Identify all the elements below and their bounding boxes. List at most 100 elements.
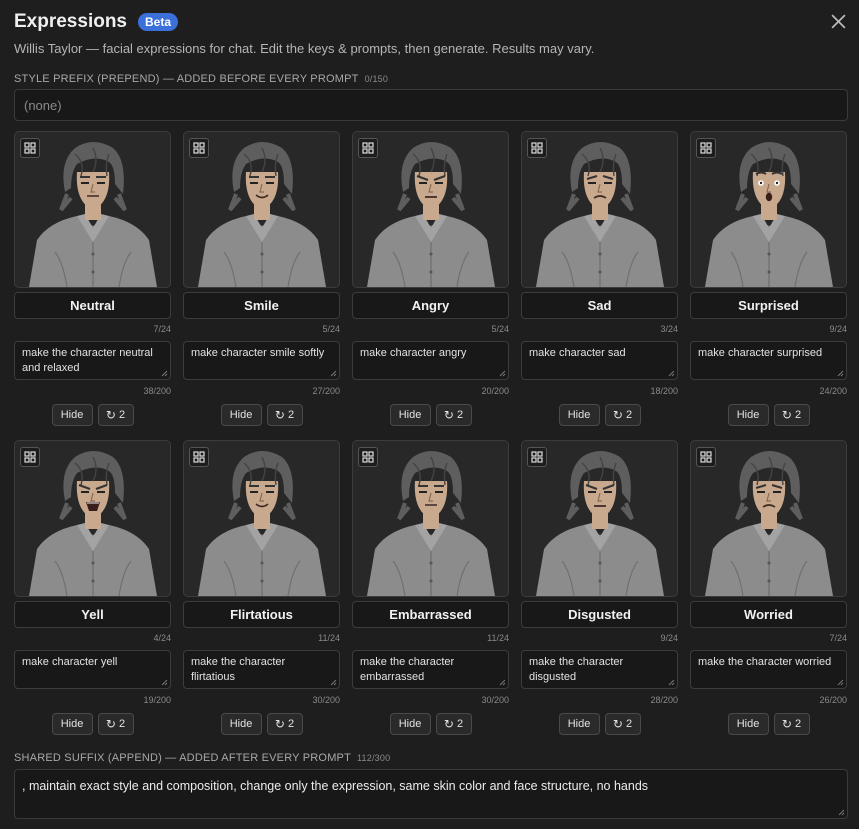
hide-button[interactable]: Hide [220,404,262,426]
expression-card: Disgusted 9/24 make the character disgus… [521,440,678,740]
regenerate-button[interactable]: ↻ 2 [773,713,810,735]
resize-handle-icon[interactable] [161,370,168,377]
name-char-count: 7/24 [829,633,847,643]
grid-icon[interactable] [358,138,378,158]
suffix-char-count: 112/300 [357,753,391,763]
expression-prompt-textarea[interactable]: make the character worried [690,650,847,689]
grid-icon[interactable] [527,138,547,158]
expression-prompt-textarea[interactable]: make character sad [521,341,678,380]
expression-prompt-textarea[interactable]: make character smile softly [183,341,340,380]
expression-prompt-textarea[interactable]: make character yell [14,650,171,689]
grid-icon[interactable] [358,447,378,467]
grid-icon[interactable] [20,138,40,158]
prompt-char-count: 26/200 [819,695,847,705]
regenerate-count: 2 [287,409,295,421]
expression-name-input[interactable]: Sad [521,292,678,319]
expression-name-input[interactable]: Embarrassed [352,601,509,628]
regenerate-count: 2 [625,409,633,421]
resize-handle-icon[interactable] [668,679,675,686]
expression-prompt-textarea[interactable]: make the character neutral and relaxed [14,341,171,380]
expression-name-input[interactable]: Angry [352,292,509,319]
resize-handle-icon[interactable] [330,679,337,686]
expression-name-input[interactable]: Yell [14,601,171,628]
regenerate-button[interactable]: ↻ 2 [266,404,303,426]
hide-button[interactable]: Hide [220,713,262,735]
expression-name-input[interactable]: Worried [690,601,847,628]
grid-icon[interactable] [189,447,209,467]
dialog-header: Expressions Beta [14,11,179,33]
grid-icon[interactable] [696,138,716,158]
expression-name-input[interactable]: Smile [183,292,340,319]
expression-image[interactable] [14,131,171,288]
regenerate-button[interactable]: ↻ 2 [604,713,641,735]
resize-handle-icon[interactable] [837,679,844,686]
card-actions: Hide ↻ 2 [521,404,678,426]
expression-card: Smile 5/24 make character smile softly 2… [183,131,340,431]
regenerate-button[interactable]: ↻ 2 [266,713,303,735]
hide-button[interactable]: Hide [51,713,93,735]
expression-image[interactable] [690,131,847,288]
resize-handle-icon[interactable] [161,679,168,686]
regenerate-button[interactable]: ↻ 2 [97,713,134,735]
expression-name-input[interactable]: Disgusted [521,601,678,628]
expression-image[interactable] [521,131,678,288]
hide-button[interactable]: Hide [558,713,600,735]
hide-button[interactable]: Hide [389,713,431,735]
regenerate-count: 2 [456,409,464,421]
regenerate-button[interactable]: ↻ 2 [97,404,134,426]
grid-icon[interactable] [696,447,716,467]
regenerate-button[interactable]: ↻ 2 [435,404,472,426]
grid-icon[interactable] [527,447,547,467]
resize-handle-icon[interactable] [330,370,337,377]
resize-handle-icon[interactable] [499,370,506,377]
close-icon[interactable] [830,13,847,30]
regenerate-count: 2 [118,718,126,730]
regenerate-button[interactable]: ↻ 2 [773,404,810,426]
grid-icon[interactable] [189,138,209,158]
expression-image[interactable] [352,440,509,597]
expression-name-input[interactable]: Neutral [14,292,171,319]
hide-button[interactable]: Hide [727,713,769,735]
resize-handle-icon[interactable] [499,679,506,686]
grid-icon[interactable] [20,447,40,467]
expression-card: Flirtatious 11/24 make the character fli… [183,440,340,740]
expression-image[interactable] [521,440,678,597]
resize-handle-icon[interactable] [668,370,675,377]
prompt-text: make the character flirtatious [191,656,286,683]
expression-name-input[interactable]: Flirtatious [183,601,340,628]
dialog-title: Expressions [14,11,127,32]
expression-prompt-textarea[interactable]: make character angry [352,341,509,380]
expression-card: Neutral 7/24 make the character neutral … [14,131,171,431]
style-prefix-input[interactable] [14,89,848,121]
hide-button[interactable]: Hide [51,404,93,426]
card-actions: Hide ↻ 2 [690,713,847,735]
expression-image[interactable] [183,440,340,597]
regenerate-count: 2 [287,718,295,730]
regenerate-button[interactable]: ↻ 2 [604,404,641,426]
hide-button[interactable]: Hide [727,404,769,426]
expression-image[interactable] [690,440,847,597]
expression-name-input[interactable]: Surprised [690,292,847,319]
hide-button[interactable]: Hide [558,404,600,426]
resize-handle-icon[interactable] [837,370,844,377]
expression-prompt-textarea[interactable]: make the character embarrassed [352,650,509,689]
hide-button[interactable]: Hide [389,404,431,426]
expression-prompt-textarea[interactable]: make the character flirtatious [183,650,340,689]
expression-prompt-textarea[interactable]: make the character disgusted [521,650,678,689]
expression-prompt-textarea[interactable]: make character surprised [690,341,847,380]
resize-handle-icon[interactable] [838,809,845,816]
regenerate-count: 2 [456,718,464,730]
card-actions: Hide ↻ 2 [352,404,509,426]
expression-image[interactable] [14,440,171,597]
refresh-icon: ↻ [612,717,623,731]
expression-name: Angry [411,298,450,313]
card-actions: Hide ↻ 2 [183,713,340,735]
expression-name: Neutral [70,298,115,313]
name-char-count: 4/24 [153,633,171,643]
shared-suffix-textarea[interactable]: , maintain exact style and composition, … [14,769,848,819]
expression-image[interactable] [352,131,509,288]
expression-image[interactable] [183,131,340,288]
expression-name: Smile [244,298,279,313]
prompt-text: make character sad [529,347,626,359]
regenerate-button[interactable]: ↻ 2 [435,713,472,735]
